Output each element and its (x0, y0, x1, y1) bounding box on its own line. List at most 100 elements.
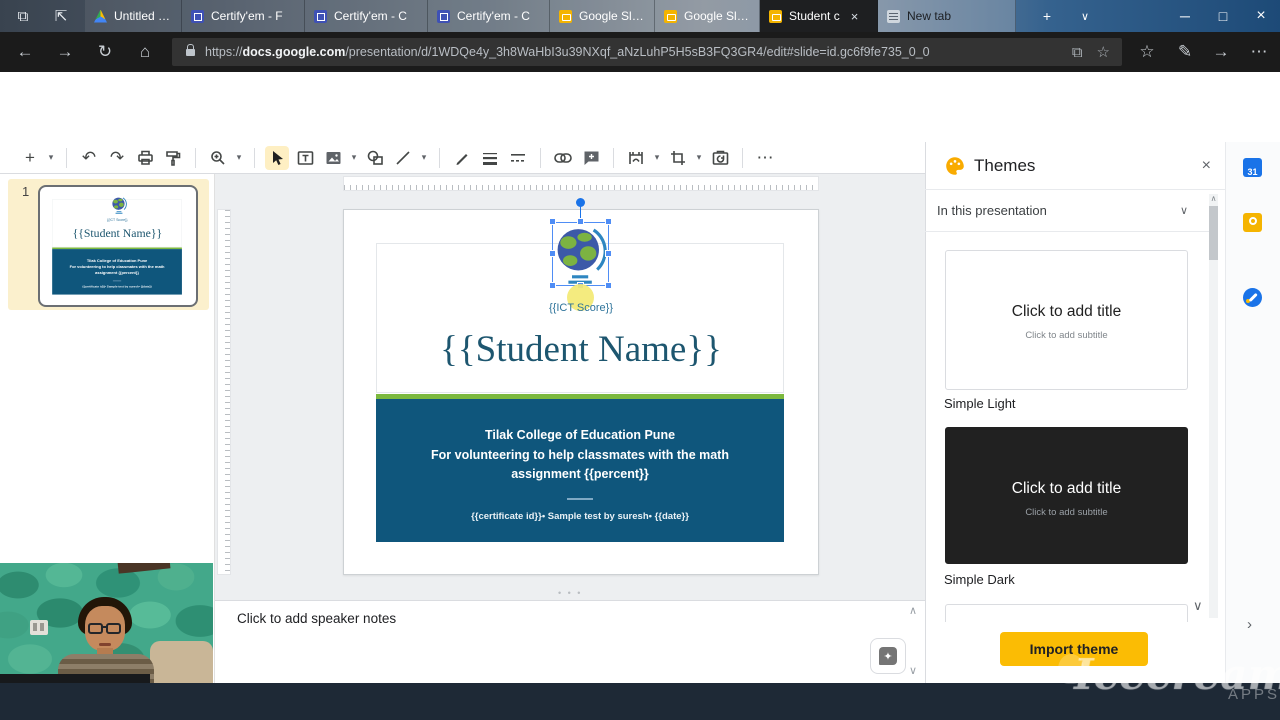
more-tools-icon[interactable]: ⋯ (753, 146, 777, 170)
student-name-text[interactable]: {{Student Name}} (344, 328, 818, 371)
themes-scroll-down-icon[interactable]: ∨ (1193, 598, 1203, 614)
reload-icon[interactable]: ↻ (88, 32, 122, 72)
resize-handle-ne[interactable] (605, 218, 612, 225)
new-tab-button[interactable]: + (1030, 0, 1064, 32)
zoom-icon[interactable] (206, 146, 230, 170)
new-slide-button[interactable]: + (18, 146, 42, 170)
calendar-icon[interactable]: 31 (1243, 158, 1262, 177)
back-icon[interactable]: ← (8, 32, 42, 72)
mask-image-dropdown[interactable]: ▾ (652, 152, 662, 163)
close-themes-icon[interactable]: × (1202, 157, 1211, 175)
ict-score-text[interactable]: {{ICT Score}} (344, 302, 818, 314)
forward-icon[interactable]: → (48, 32, 82, 72)
body-line: assignment {{percent}} (376, 465, 784, 485)
explore-button[interactable]: ✦ (870, 638, 906, 674)
select-tool[interactable] (265, 146, 289, 170)
tab-label: Google Slides (579, 9, 645, 23)
couch (150, 641, 213, 683)
tab-close-icon[interactable]: × (851, 9, 859, 24)
resize-handle-sw[interactable] (549, 282, 556, 289)
tab-preview-icon[interactable]: ⧉ (8, 0, 38, 32)
google-slides-icon (769, 10, 782, 23)
resize-handle-nw[interactable] (549, 218, 556, 225)
theme-card-simple-dark[interactable]: Click to add title Click to add subtitle (945, 427, 1188, 564)
new-slide-dropdown[interactable]: ▾ (46, 152, 56, 163)
google-slides-icon (559, 10, 572, 23)
favorites-hub-icon[interactable]: ☆ (1130, 32, 1164, 72)
notes-drag-handle[interactable]: • • • (558, 588, 582, 598)
scrollbar-up-icon[interactable]: ∧ (1209, 194, 1218, 203)
shape-tool[interactable] (363, 146, 387, 170)
thumb-student-name: {{Student Name}} (42, 227, 193, 241)
browser-tab-active[interactable]: Student c × (760, 0, 878, 32)
text-box-tool[interactable] (293, 146, 317, 170)
border-weight-icon[interactable] (478, 146, 502, 170)
themes-scrollbar-thumb[interactable] (1209, 206, 1218, 260)
horizontal-ruler (343, 176, 819, 191)
home-icon[interactable]: ⌂ (128, 32, 162, 72)
insert-link-icon[interactable] (551, 146, 575, 170)
browser-tab[interactable]: Certify'em - C (428, 0, 550, 32)
print-icon[interactable] (133, 146, 157, 170)
switch-plate (30, 620, 48, 635)
mask-image-icon[interactable] (624, 146, 648, 170)
crop-dropdown[interactable]: ▾ (694, 152, 704, 163)
browser-tab[interactable]: Certify'em - F (182, 0, 305, 32)
resize-handle-se[interactable] (605, 282, 612, 289)
browser-url-bar: ← → ↻ ⌂ https://docs.google.com/presenta… (0, 32, 1280, 72)
share-page-icon[interactable]: → (1204, 32, 1238, 72)
browser-tab[interactable]: Google Slides (550, 0, 655, 32)
line-tool[interactable] (391, 146, 415, 170)
themes-header: Themes × (925, 142, 1225, 190)
theme-card-simple-light[interactable]: Click to add title Click to add subtitle (945, 250, 1188, 390)
undo-icon[interactable]: ↶ (77, 146, 101, 170)
notes-scroll-up-icon[interactable]: ∧ (909, 604, 917, 617)
insert-image-tool[interactable] (321, 146, 345, 170)
zoom-dropdown[interactable]: ▾ (234, 152, 244, 163)
browser-tab[interactable]: Untitled form (85, 0, 182, 32)
certifyem-icon (437, 10, 450, 23)
address-field[interactable]: https://docs.google.com/presentation/d/1… (172, 38, 1122, 66)
vertical-ruler (217, 209, 231, 575)
tasks-icon[interactable] (1243, 288, 1262, 307)
paint-format-icon[interactable] (161, 146, 185, 170)
tab-list-button[interactable]: ∨ (1068, 0, 1102, 32)
redo-icon[interactable]: ↷ (105, 146, 129, 170)
crop-image-icon[interactable] (666, 146, 690, 170)
slide-thumbnail[interactable]: {{ICT Score}} {{Student Name}} Tilak Col… (38, 185, 198, 307)
reading-view-icon[interactable]: ⧉ (1072, 44, 1083, 61)
presenter-mouth (99, 643, 111, 646)
ink-notes-icon[interactable]: ✎ (1168, 32, 1202, 72)
speaker-notes-placeholder[interactable]: Click to add speaker notes (237, 611, 396, 626)
add-comment-icon[interactable] (579, 146, 603, 170)
browser-tab[interactable]: New tab (878, 0, 1016, 32)
browser-tab[interactable]: Google Slides (655, 0, 760, 32)
import-theme-button[interactable]: Import theme (1000, 632, 1148, 666)
maximize-button[interactable]: □ (1206, 0, 1240, 32)
slide-editor[interactable]: {{ICT Score}} {{Student Name}} Tilak Col… (343, 209, 819, 575)
certifyem-icon (191, 10, 204, 23)
image-dropdown[interactable]: ▾ (349, 152, 359, 163)
resize-handle-n[interactable] (577, 218, 584, 225)
minimize-button[interactable]: ─ (1168, 0, 1202, 32)
replace-image-icon[interactable] (708, 146, 732, 170)
glasses-right-lens (106, 623, 121, 634)
webcam-overlay (0, 563, 213, 683)
border-dash-icon[interactable] (506, 146, 530, 170)
border-color-icon[interactable] (450, 146, 474, 170)
line-dropdown[interactable]: ▾ (419, 152, 429, 163)
browser-tab[interactable]: Certify'em - C (305, 0, 428, 32)
favorite-star-icon[interactable]: ☆ (1097, 43, 1110, 61)
notes-scroll-down-icon[interactable]: ∨ (909, 664, 917, 677)
rotation-handle[interactable] (576, 198, 585, 207)
certificate-body-box[interactable]: Tilak College of Education Pune For volu… (376, 399, 784, 542)
resize-handle-e[interactable] (605, 250, 612, 257)
keep-icon[interactable] (1243, 213, 1262, 232)
close-button[interactable]: × (1244, 0, 1278, 32)
hide-side-panel-icon[interactable]: › (1247, 616, 1252, 633)
resize-handle-w[interactable] (549, 250, 556, 257)
more-actions-icon[interactable]: ⋯ (1242, 32, 1276, 72)
theme-card-partial[interactable] (945, 604, 1188, 622)
themes-section-row[interactable]: In this presentation ∨ (925, 190, 1210, 232)
set-aside-tabs-icon[interactable]: ⇱ (46, 0, 76, 32)
